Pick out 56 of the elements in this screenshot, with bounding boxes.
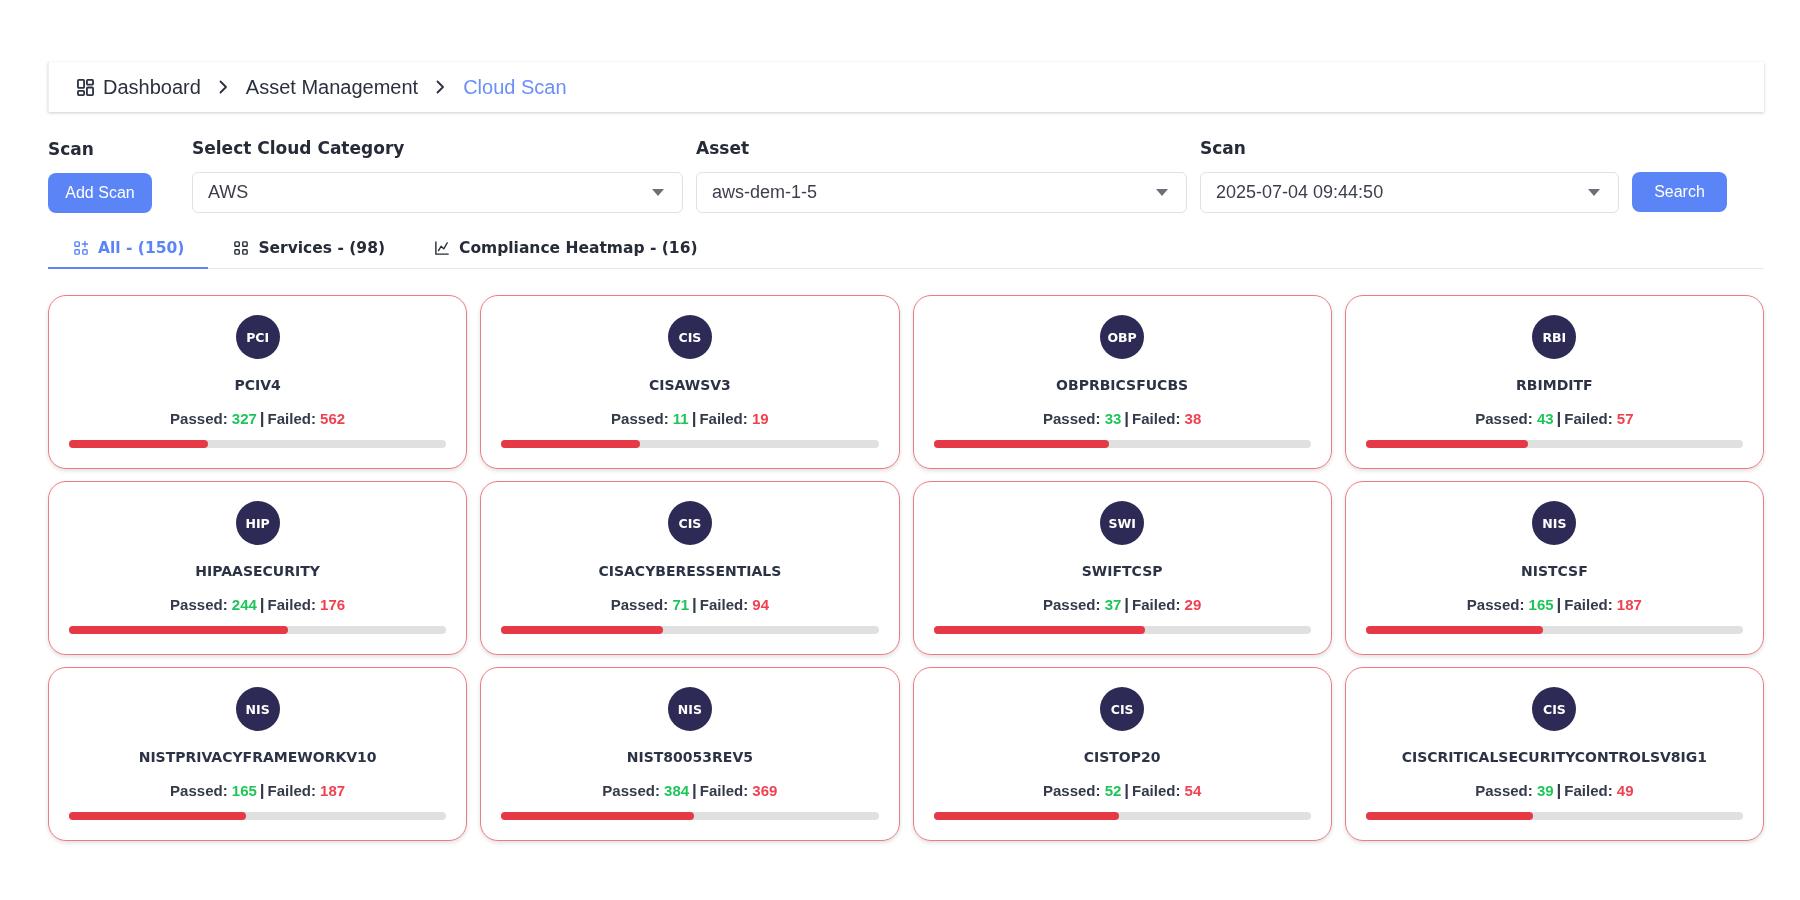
grid-plus-icon: [74, 241, 88, 255]
initials-avatar: OBP: [1100, 315, 1145, 359]
initials-avatar: SWI: [1100, 501, 1145, 545]
stats-text: Passed: 33 | Failed: 38: [1042, 409, 1202, 429]
stats-text: Passed: 39 | Failed: 49: [1475, 781, 1634, 801]
caret-down-icon: [1156, 189, 1168, 196]
select-field[interactable]: 2025-07-04 09:44:50: [1200, 172, 1619, 213]
framework-name: NISTCSF: [1521, 562, 1588, 581]
breadcrumb-link[interactable]: Asset Management: [245, 75, 419, 99]
initials-avatar: CIS: [667, 315, 712, 359]
stats-text: Passed: 43 | Failed: 57: [1475, 409, 1634, 429]
tab[interactable]: Compliance Heatmap - (16): [409, 228, 722, 269]
initials-avatar: CIS: [1100, 687, 1145, 731]
field-label: Scan: [48, 138, 95, 160]
stats-text: Passed: 71 | Failed: 94: [610, 595, 770, 615]
stats-text: Passed: 11 | Failed: 19: [611, 409, 769, 429]
select-field[interactable]: AWS: [192, 172, 683, 213]
field-label: Select Cloud Category: [192, 137, 406, 159]
framework-name: PCIV4: [234, 376, 281, 395]
breadcrumb-link[interactable]: Dashboard: [77, 75, 201, 99]
initials-avatar: HIP: [235, 501, 280, 545]
stats-text: Passed: 37 | Failed: 29: [1042, 595, 1202, 615]
select-field[interactable]: aws-dem-1-5: [696, 172, 1187, 213]
initials-avatar: CIS: [1532, 687, 1577, 731]
framework-name: SWIFTCSP: [1081, 562, 1163, 581]
initials-avatar: NIS: [667, 687, 712, 731]
field-label: Scan: [1200, 137, 1247, 159]
framework-name: HIPAASECURITY: [195, 562, 320, 581]
framework-name: CISCRITICALSECURITYCONTROLSV8IG1: [1401, 748, 1707, 767]
stats-text: Passed: 52 | Failed: 54: [1042, 781, 1202, 801]
framework-name: OBPRBICSFUCBS: [1056, 376, 1189, 395]
stats-text: Passed: 384 | Failed: 369: [602, 781, 778, 801]
chart-icon: [435, 241, 449, 255]
chevron-right-icon: [218, 80, 228, 94]
stats-text: Passed: 165 | Failed: 187: [170, 781, 346, 801]
caret-down-icon: [652, 189, 664, 196]
stats-text: Passed: 327 | Failed: 562: [170, 409, 346, 429]
caret-down-icon: [1588, 189, 1600, 196]
grid-icon: [234, 241, 249, 255]
framework-name: NIST80053REV5: [626, 748, 753, 767]
field-label: Asset: [696, 137, 751, 159]
framework-name: RBIMDITF: [1516, 376, 1593, 395]
stats-text: Passed: 244 | Failed: 176: [170, 595, 346, 615]
framework-name: CISTOP20: [1083, 748, 1161, 767]
tab[interactable]: Services - (98): [208, 228, 409, 269]
initials-avatar: CIS: [667, 501, 712, 545]
initials-avatar: NIS: [1532, 501, 1577, 545]
chevron-right-icon: [436, 80, 446, 94]
initials-avatar: NIS: [235, 687, 280, 731]
framework-name: CISAWSV3: [648, 376, 731, 395]
stats-text: Passed: 165 | Failed: 187: [1466, 595, 1642, 615]
framework-name: NISTPRIVACYFRAMEWORKV10: [138, 748, 377, 767]
dashboard-icon: [77, 78, 94, 96]
framework-name: CISACYBERESSENTIALS: [598, 562, 782, 581]
initials-avatar: PCI: [235, 315, 280, 359]
initials-avatar: RBI: [1532, 315, 1577, 359]
